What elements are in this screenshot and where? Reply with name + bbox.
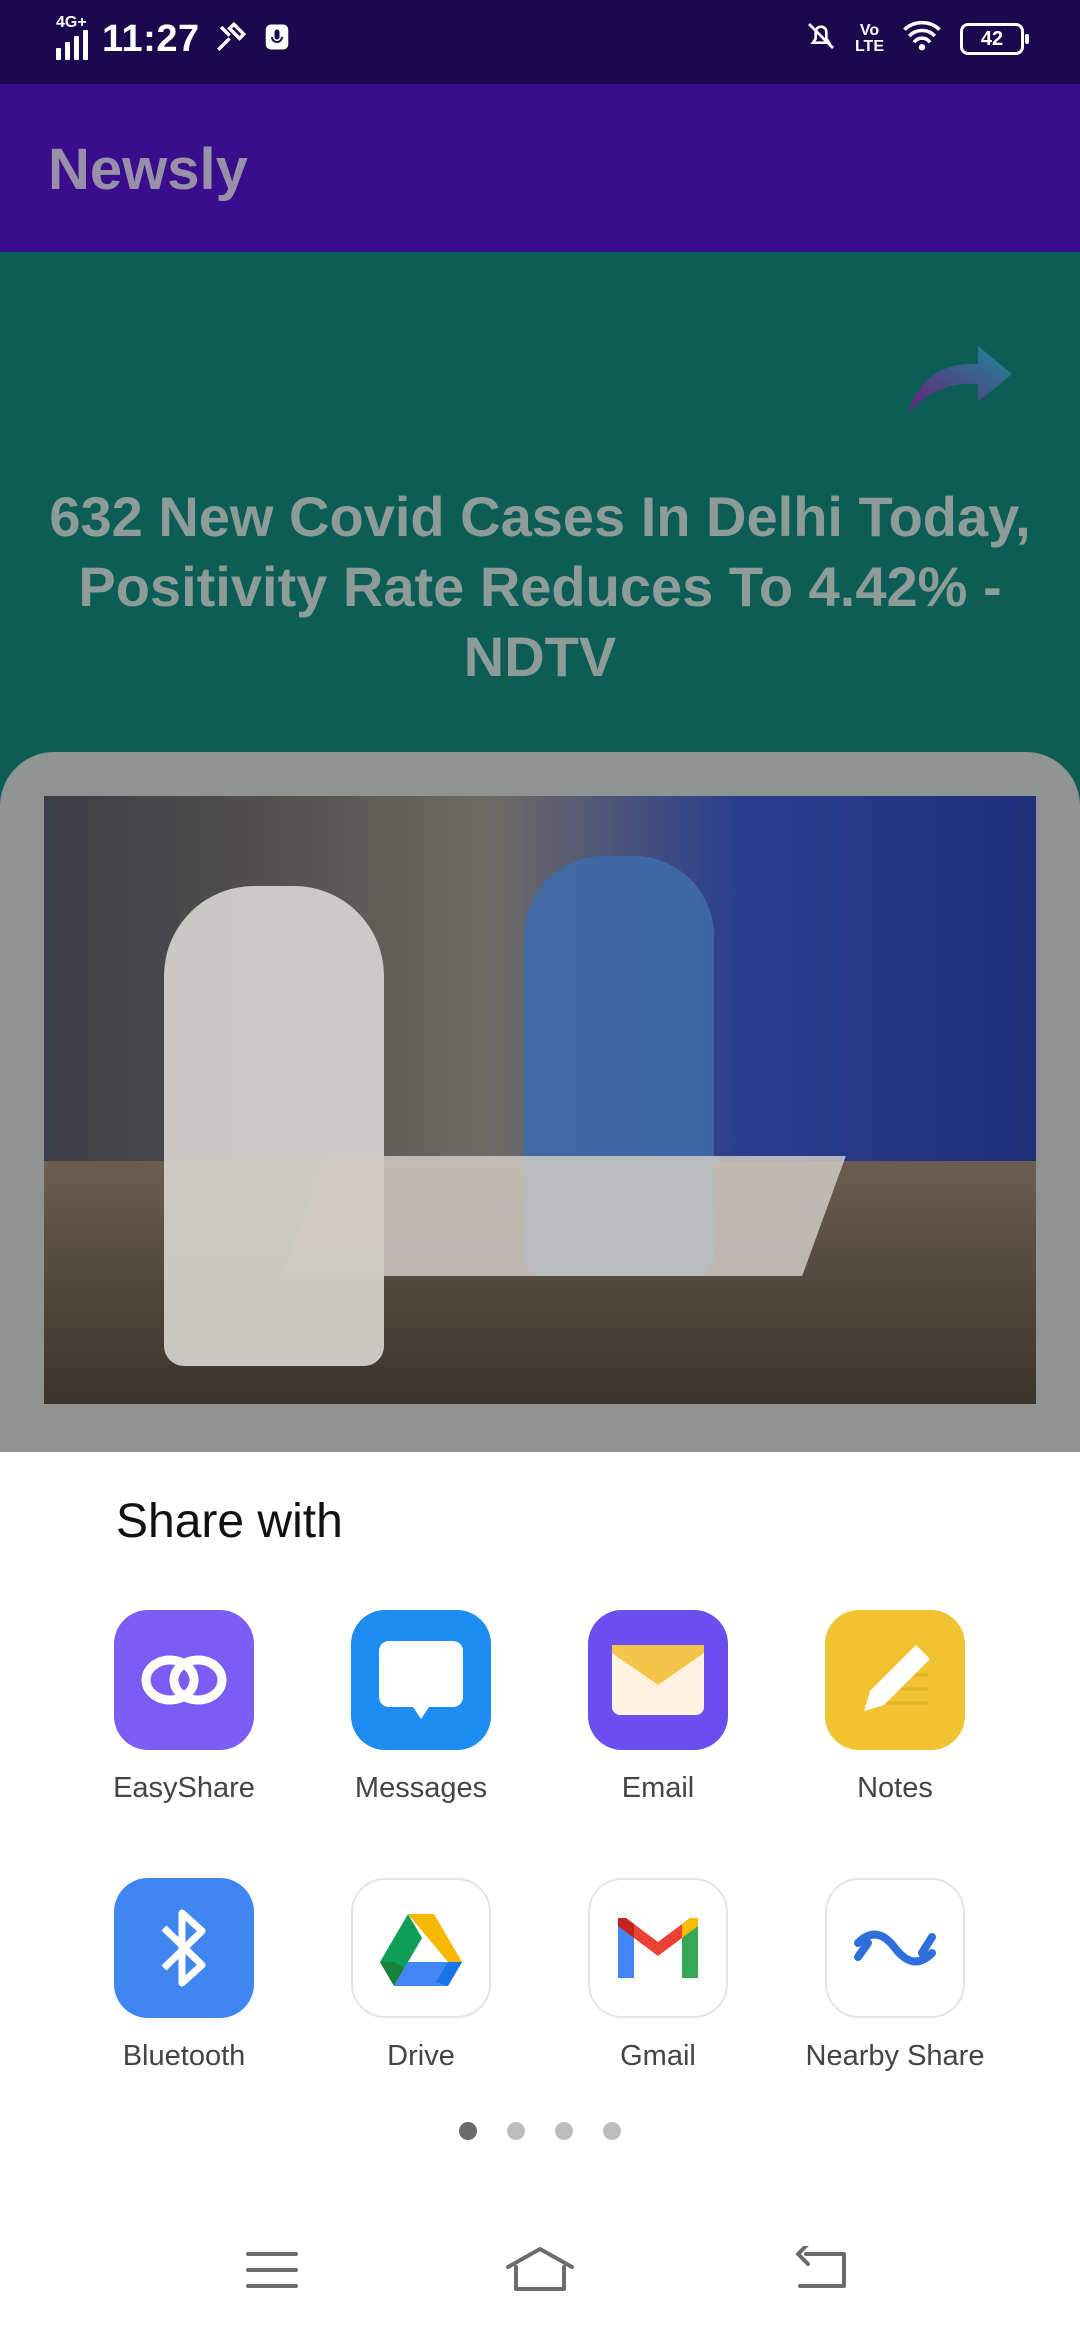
mute-icon xyxy=(805,20,837,57)
share-app-label: Email xyxy=(621,1772,695,1804)
status-right: Vo LTE 42 xyxy=(805,20,1029,57)
back-icon[interactable] xyxy=(782,2230,862,2310)
battery-icon: 42 xyxy=(960,22,1029,55)
share-app-label: EasyShare xyxy=(113,1772,255,1804)
page-dot[interactable] xyxy=(507,2122,525,2140)
share-sheet-title: Share with xyxy=(116,1495,343,1548)
share-app-label: Gmail xyxy=(620,2040,696,2072)
share-nearby[interactable]: Nearby Share xyxy=(785,1878,1005,2073)
share-arrow-icon[interactable] xyxy=(900,332,1020,422)
nearby-share-icon xyxy=(825,1878,965,2018)
status-left: 4G+ 11:27 xyxy=(56,14,292,61)
share-notes[interactable]: Notes xyxy=(785,1610,1005,1805)
mic-icon xyxy=(262,20,292,59)
page-indicator xyxy=(0,2122,1080,2140)
share-drive[interactable]: Drive xyxy=(311,1878,531,2073)
image-card xyxy=(0,752,1080,1452)
network-type: 4G+ xyxy=(56,13,87,31)
share-app-label: Nearby Share xyxy=(805,2040,985,2072)
status-time: 11:27 xyxy=(102,18,200,60)
navigation-bar xyxy=(0,2200,1080,2340)
wifi-icon xyxy=(902,20,942,57)
email-icon xyxy=(588,1610,728,1750)
share-messages[interactable]: Messages xyxy=(311,1610,531,1805)
home-icon[interactable] xyxy=(500,2230,580,2310)
share-app-label: Notes xyxy=(857,1772,933,1804)
volte-icon: Vo LTE xyxy=(854,21,884,55)
status-bar: 4G+ 11:27 Vo LTE 42 xyxy=(0,0,1080,84)
notes-icon xyxy=(825,1610,965,1750)
article-content: 632 New Covid Cases In Delhi Today, Posi… xyxy=(0,252,1080,1452)
news-photo[interactable] xyxy=(44,796,1036,1404)
gmail-icon xyxy=(588,1878,728,2018)
easyshare-icon xyxy=(114,1610,254,1750)
share-app-label: Messages xyxy=(354,1772,488,1804)
app-bar: Newsly xyxy=(0,84,1080,252)
share-easyshare[interactable]: EasyShare xyxy=(74,1610,294,1805)
article-headline[interactable]: 632 New Covid Cases In Delhi Today, Posi… xyxy=(40,482,1040,692)
share-email[interactable]: Email xyxy=(548,1610,768,1805)
page-dot[interactable] xyxy=(603,2122,621,2140)
page-dot[interactable] xyxy=(459,2122,477,2140)
bluetooth-icon xyxy=(114,1878,254,2018)
share-bluetooth[interactable]: Bluetooth xyxy=(74,1878,294,2073)
tools-icon xyxy=(214,20,248,59)
messages-icon xyxy=(351,1610,491,1750)
signal-icon: 4G+ xyxy=(56,14,88,60)
drive-icon xyxy=(351,1878,491,2018)
share-gmail[interactable]: Gmail xyxy=(548,1878,768,2073)
app-title: Newsly xyxy=(48,137,248,202)
share-app-label: Bluetooth xyxy=(122,2040,246,2072)
share-app-label: Drive xyxy=(387,2040,455,2072)
menu-icon[interactable] xyxy=(232,2230,312,2310)
page-dot[interactable] xyxy=(555,2122,573,2140)
